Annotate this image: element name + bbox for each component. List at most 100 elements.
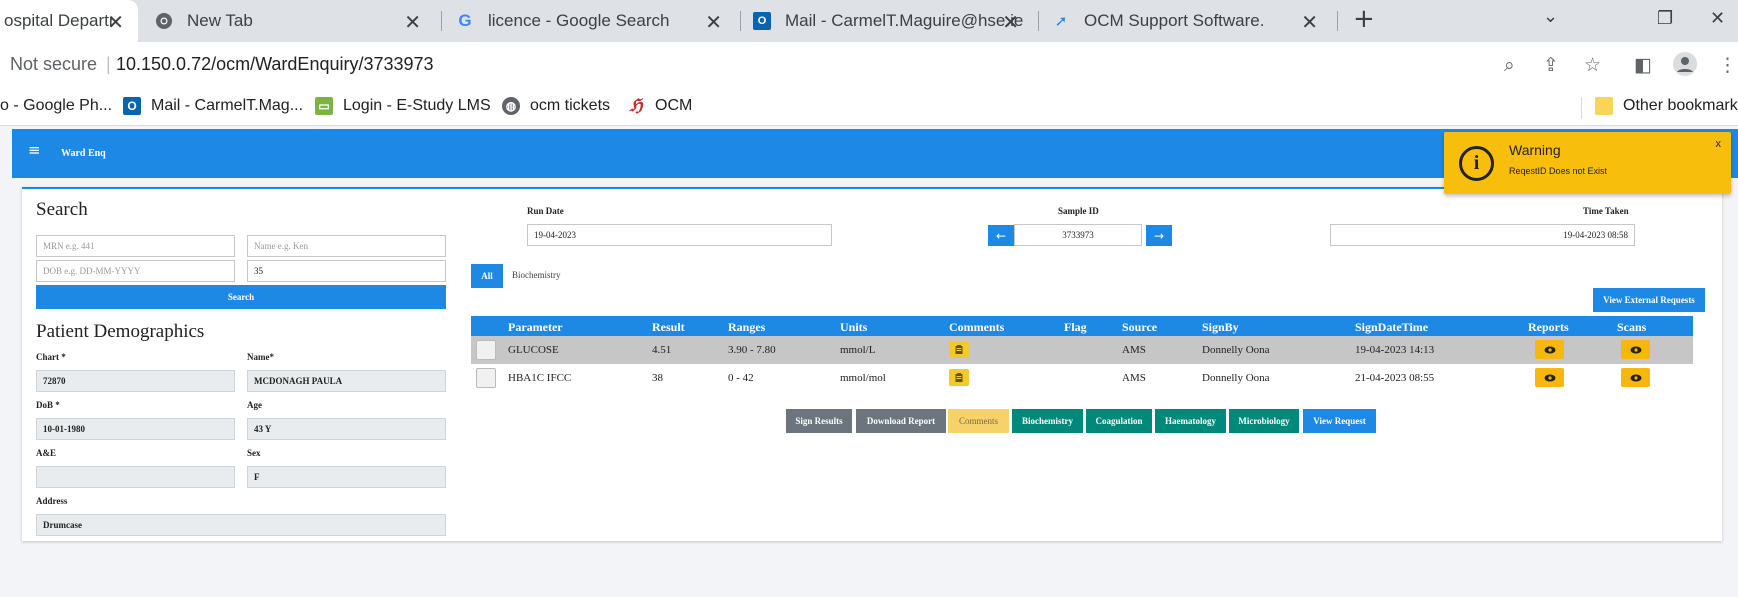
- result-cell: 38: [652, 372, 663, 384]
- column-header: SignDateTime: [1355, 320, 1429, 334]
- tab-new-tab[interactable]: New Tab ✕: [155, 0, 435, 42]
- dob-input[interactable]: DOB e.g. DD-MM-YYYY: [36, 260, 235, 282]
- scan-eye-icon[interactable]: [1621, 368, 1650, 387]
- profile-avatar-icon[interactable]: [1673, 52, 1697, 81]
- demographics-title: Patient Demographics: [36, 321, 205, 342]
- close-icon[interactable]: ✕: [705, 10, 722, 35]
- tab-hospital-department[interactable]: ospital Departm ✕: [0, 0, 138, 42]
- ward-enquiry-card: Search MRN e.g. 441 Name e.g. Ken DOB e.…: [22, 187, 1722, 541]
- run-date-label: Run Date: [527, 206, 564, 216]
- report-eye-icon[interactable]: [1535, 340, 1564, 359]
- sign-results-button[interactable]: Sign Results: [786, 409, 852, 433]
- bookmark-label: OCM: [655, 97, 693, 114]
- tab-all[interactable]: All: [471, 264, 503, 288]
- bookmark-label: Mail - CarmelT.Mag...: [151, 97, 304, 114]
- column-header: Comments: [949, 320, 1005, 334]
- tab-licence-search[interactable]: G licence - Google Search ✕: [456, 0, 736, 42]
- column-header: Reports: [1528, 320, 1569, 334]
- ae-label: A&E: [36, 448, 56, 458]
- table-row[interactable]: GLUCOSE 4.51 3.90 - 7.80 mmol/L AMS Donn…: [471, 336, 1693, 364]
- age-field: 43 Y: [247, 418, 446, 440]
- info-icon: i: [1459, 146, 1494, 181]
- download-report-button[interactable]: Download Report: [856, 409, 946, 433]
- bookmarks-bar: o - Google Ph... O Mail - CarmelT.Mag...…: [0, 90, 1738, 126]
- tab-title: New Tab: [187, 11, 253, 30]
- run-date-field[interactable]: 19-04-2023: [527, 224, 832, 246]
- hse-icon: ℌ: [629, 96, 643, 115]
- outlook-icon: O: [753, 12, 771, 30]
- mrn-input[interactable]: MRN e.g. 441: [36, 235, 235, 257]
- bookmarks-divider: [1581, 97, 1582, 119]
- source-cell: AMS: [1122, 372, 1146, 384]
- time-taken-label: Time Taken: [1583, 206, 1629, 216]
- bookmark-label: Other bookmarks: [1623, 97, 1738, 114]
- star-icon[interactable]: ☆: [1584, 54, 1601, 76]
- coagulation-button[interactable]: Coagulation: [1086, 409, 1152, 433]
- folder-icon: [1595, 97, 1613, 115]
- sample-id-label: Sample ID: [1058, 206, 1099, 216]
- tab-separator: [1337, 11, 1338, 31]
- share-icon[interactable]: ⇪: [1543, 54, 1559, 76]
- close-window-icon[interactable]: ✕: [1710, 8, 1725, 29]
- close-icon[interactable]: ✕: [1301, 10, 1318, 35]
- prev-sample-arrow-icon[interactable]: ←: [988, 225, 1014, 246]
- toast-close-icon[interactable]: x: [1716, 138, 1722, 150]
- app-title: Ward Enq: [61, 148, 106, 159]
- report-eye-icon[interactable]: [1535, 368, 1564, 387]
- bookmark-ocm-tickets[interactable]: ◍ ocm tickets: [502, 97, 610, 115]
- toast-message: ReqestID Does not Exist: [1509, 166, 1608, 176]
- bookmark-label: ocm tickets: [530, 97, 611, 114]
- tab-title: ospital Departm: [4, 11, 112, 30]
- column-header: Flag: [1064, 320, 1087, 334]
- microbiology-button[interactable]: Microbiology: [1229, 409, 1299, 433]
- haematology-button[interactable]: Haematology: [1155, 409, 1226, 433]
- restore-window-icon[interactable]: ❐: [1657, 8, 1673, 29]
- dob-label: DoB *: [36, 400, 60, 410]
- bookmark-mail[interactable]: O Mail - CarmelT.Mag...: [123, 97, 303, 115]
- new-tab-plus-icon[interactable]: +: [1353, 4, 1375, 34]
- search-button[interactable]: Search: [36, 285, 446, 309]
- bookmark-ocm[interactable]: ℌ OCM: [627, 96, 693, 115]
- signby-cell: Donnelly Oona: [1202, 372, 1270, 384]
- tab-ocm-support[interactable]: ➚ OCM Support Software. ✕: [1052, 0, 1332, 42]
- comment-clipboard-icon[interactable]: [949, 341, 969, 358]
- menu-kebab-icon[interactable]: ⋮: [1718, 54, 1737, 76]
- search-title: Search: [36, 199, 88, 220]
- sample-id-field[interactable]: 3733973: [1014, 224, 1142, 246]
- chrome-icon: [155, 12, 173, 30]
- sign-datetime-cell: 21-04-2023 08:55: [1355, 372, 1435, 384]
- time-taken-field[interactable]: 19-04-2023 08:58: [1330, 224, 1635, 246]
- comments-button[interactable]: Comments: [948, 409, 1009, 433]
- units-cell: mmol/mol: [840, 372, 886, 384]
- view-external-requests-button[interactable]: View External Requests: [1593, 288, 1705, 312]
- bookmark-google-photos[interactable]: o - Google Ph...: [0, 97, 112, 115]
- biochemistry-button[interactable]: Biochemistry: [1012, 409, 1083, 433]
- name-input[interactable]: Name e.g. Ken: [247, 235, 446, 257]
- tab-biochemistry[interactable]: Biochemistry: [512, 270, 561, 280]
- close-icon[interactable]: ✕: [107, 10, 124, 35]
- bookmark-estudy[interactable]: ▭ Login - E-Study LMS: [315, 97, 491, 115]
- next-sample-arrow-icon[interactable]: →: [1146, 225, 1172, 246]
- other-bookmarks[interactable]: Other bookmarks: [1595, 97, 1738, 115]
- extra-search-input[interactable]: 35: [247, 260, 446, 282]
- hamburger-menu-icon[interactable]: ≡: [28, 141, 41, 159]
- close-icon[interactable]: ✕: [1002, 10, 1019, 35]
- scan-eye-icon[interactable]: [1621, 340, 1650, 359]
- url-input[interactable]: 10.150.0.72/ocm/WardEnquiry/3733973: [116, 54, 434, 75]
- side-panel-icon[interactable]: ◧: [1634, 54, 1652, 76]
- bookmark-label: Login - E-Study LMS: [343, 97, 491, 114]
- close-icon[interactable]: ✕: [404, 10, 421, 35]
- tab-separator: [441, 11, 442, 31]
- tab-mail[interactable]: O Mail - CarmelT.Maguire@hse.ie ✕: [753, 0, 1033, 42]
- row-checkbox[interactable]: [476, 340, 496, 360]
- security-status[interactable]: Not secure: [10, 54, 97, 75]
- column-header: Parameter: [508, 320, 563, 334]
- table-row[interactable]: HBA1C IFCC 38 0 - 42 mmol/mol AMS Donnel…: [471, 364, 1693, 392]
- comment-clipboard-icon[interactable]: [949, 369, 969, 386]
- chart-field: 72870: [36, 370, 235, 392]
- zoom-icon[interactable]: ⌕: [1504, 54, 1515, 76]
- view-request-button[interactable]: View Request: [1303, 409, 1376, 433]
- tab-search-chevron-icon[interactable]: ⌄: [1543, 6, 1558, 27]
- age-label: Age: [247, 400, 262, 410]
- row-checkbox[interactable]: [476, 368, 496, 388]
